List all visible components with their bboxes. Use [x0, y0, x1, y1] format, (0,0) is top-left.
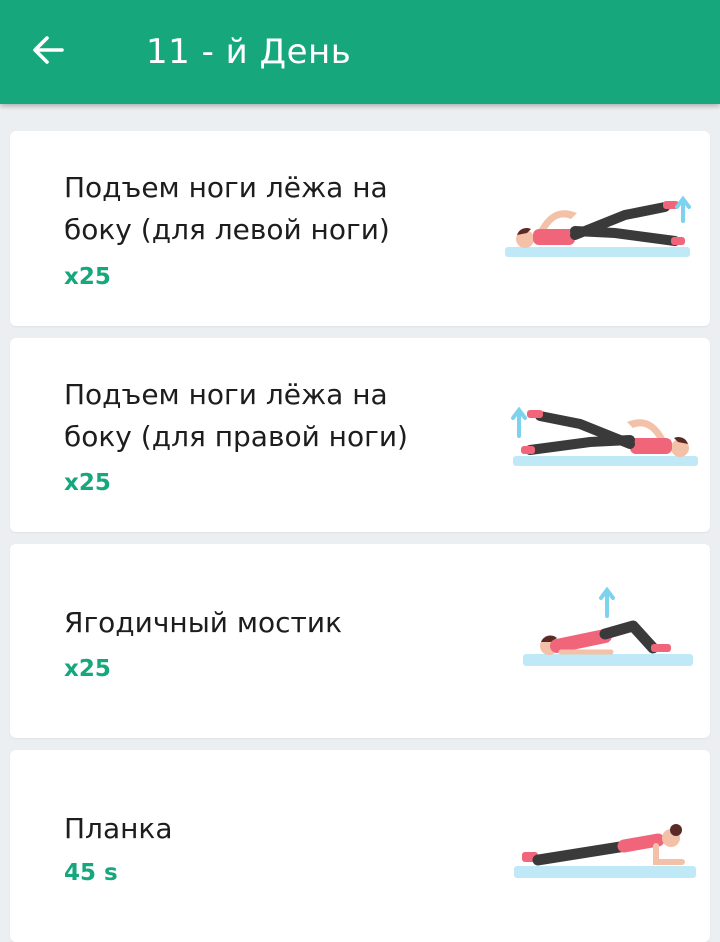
plank-illustration: [514, 824, 696, 878]
page-title: 11 - й День: [146, 32, 352, 72]
glute-bridge-illustration: [523, 586, 693, 666]
exercise-card-glute-bridge[interactable]: Ягодичный мостик x25: [10, 544, 710, 738]
exercise-reps: x25: [64, 656, 111, 682]
exercise-reps: 45 s: [64, 860, 118, 886]
arrow-left-icon: [33, 36, 64, 64]
exercise-name: Планка: [64, 812, 173, 845]
exercise-reps: x25: [64, 264, 111, 290]
exercise-card-side-leg-raise-right[interactable]: Подъем ноги лёжа на боку (для правой ног…: [10, 338, 710, 532]
exercise-name: Ягодичный мостик: [64, 606, 342, 639]
exercise-name: Подъем ноги лёжа на боку (для правой ног…: [64, 378, 408, 453]
side-lying-leg-raise-left-illustration: [505, 195, 691, 257]
exercise-card-side-leg-raise-left[interactable]: Подъем ноги лёжа на боку (для левой ноги…: [10, 131, 710, 326]
side-lying-leg-raise-right-illustration: [511, 406, 698, 466]
back-button[interactable]: [20, 22, 76, 78]
app-bar: 11 - й День: [0, 0, 720, 104]
exercise-name: Подъем ноги лёжа на боку (для левой ноги…: [64, 171, 390, 246]
exercise-card-plank[interactable]: Планка 45 s: [10, 750, 710, 942]
exercise-reps: x25: [64, 470, 111, 496]
